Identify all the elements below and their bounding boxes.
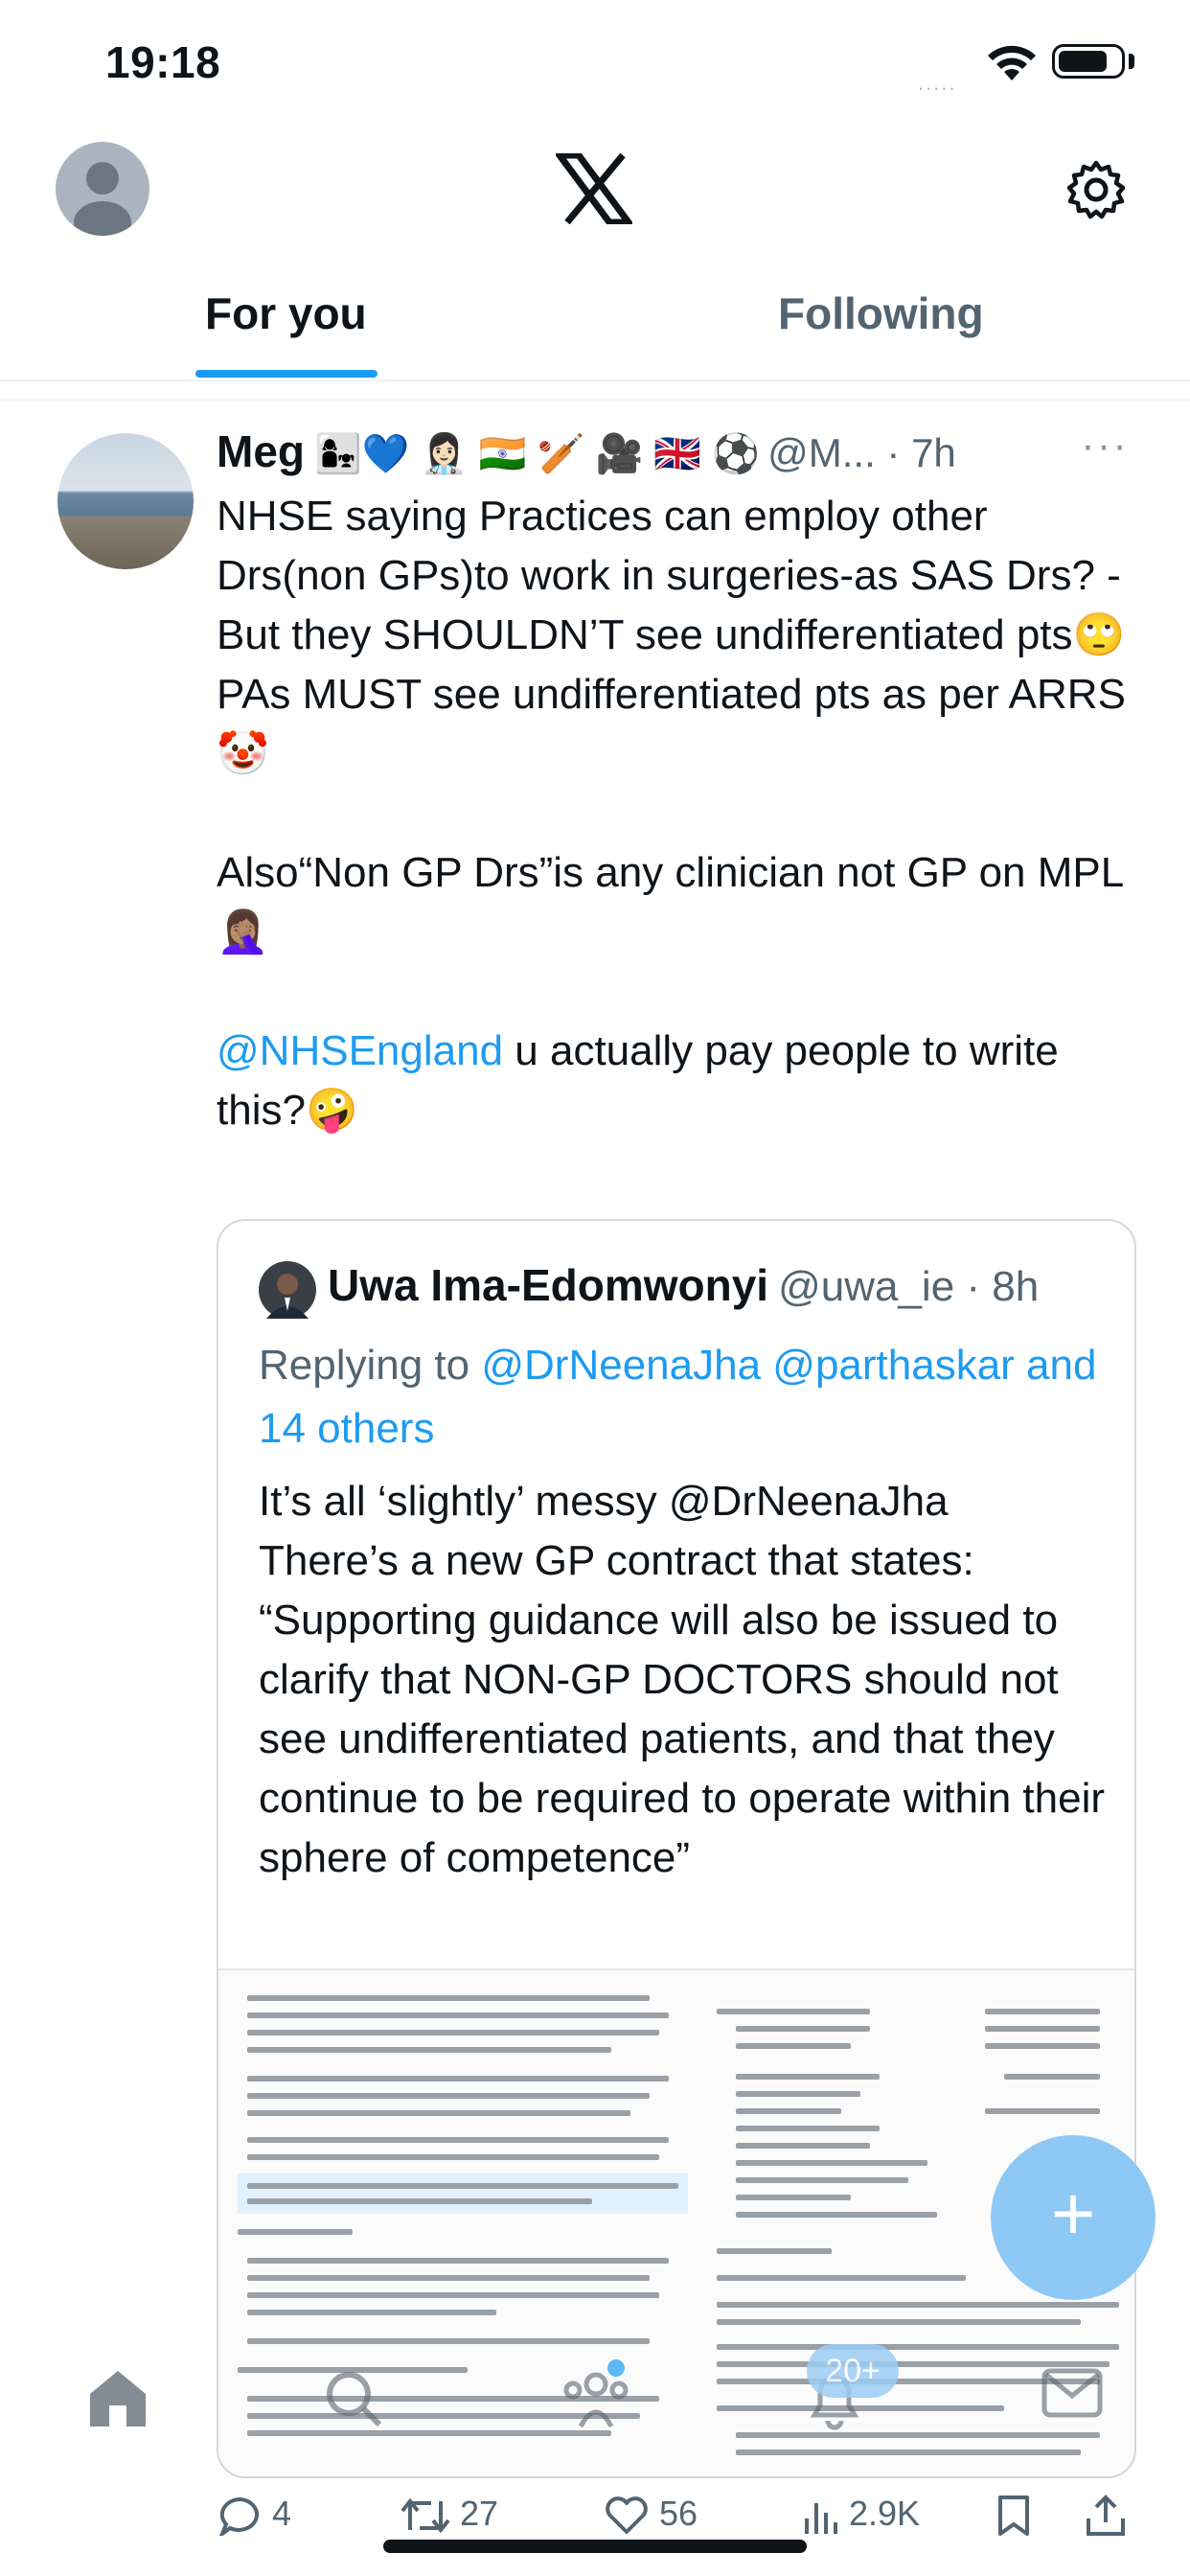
home-indicator[interactable]	[383, 2540, 807, 2553]
quoted-author-name: Uwa Ima-Edomwonyi	[328, 1260, 769, 1310]
repost-button[interactable]: 27	[400, 2494, 498, 2536]
tweet-mention-link[interactable]: @NHSEngland	[217, 1027, 503, 1074]
communities-indicator-dot	[607, 2359, 625, 2377]
profile-avatar-button[interactable]	[56, 142, 149, 236]
like-count: 56	[659, 2494, 698, 2533]
reply-count: 4	[272, 2494, 292, 2533]
tweet-text-part1: NHSE saying Practices can employ other D…	[217, 493, 1126, 955]
active-tab-indicator	[195, 370, 378, 378]
reply-button[interactable]: 4	[217, 2494, 292, 2541]
views-count: 2.9K	[849, 2494, 921, 2533]
gear-icon[interactable]	[1065, 159, 1127, 220]
bookmark-icon[interactable]	[995, 2494, 1033, 2538]
reply-icon	[217, 2497, 259, 2541]
repost-icon	[400, 2498, 450, 2534]
battery-icon	[1052, 44, 1125, 79]
tweet-author-avatar[interactable]	[57, 433, 194, 569]
search-icon[interactable]	[322, 2367, 385, 2430]
like-button[interactable]: 56	[604, 2494, 698, 2536]
tweet-text: NHSE saying Practices can employ other D…	[217, 487, 1146, 1140]
heart-icon	[606, 2496, 648, 2535]
more-options-icon[interactable]: ···	[1081, 422, 1129, 470]
tweet-author-name[interactable]: Meg	[217, 426, 305, 476]
wifi-icon	[988, 45, 1036, 80]
communities-icon[interactable]	[560, 2367, 632, 2430]
battery-tip	[1129, 54, 1134, 69]
status-time: 19:18	[105, 37, 221, 87]
quoted-tweet-text: It’s all ‘slightly’ messy @DrNeenaJha Th…	[259, 1478, 1106, 1881]
replying-to-label: Replying to	[259, 1342, 482, 1389]
status-bar: 19:18 .....	[0, 0, 1190, 125]
views-button[interactable]: 2.9K	[801, 2494, 920, 2536]
share-icon[interactable]	[1085, 2494, 1127, 2538]
views-icon	[805, 2503, 837, 2535]
plus-icon[interactable]: +	[991, 2135, 1156, 2300]
messages-icon[interactable]	[1041, 2367, 1104, 2421]
quoted-handle-time: @uwa_ie · 8h	[778, 1263, 1040, 1310]
signal-icon: .....	[918, 71, 957, 95]
home-icon[interactable]	[86, 2367, 149, 2428]
x-logo[interactable]	[556, 153, 632, 224]
author-emojis: 👩‍👧💙 👩🏻‍⚕️ 🇮🇳 🏏 🎥 🇬🇧 ⚽	[314, 433, 761, 475]
quoted-author-avatar	[259, 1261, 316, 1319]
default-avatar-icon	[74, 162, 131, 236]
tweet-handle-time[interactable]: @M... · 7h	[767, 430, 956, 475]
timeline-tabs	[0, 268, 1190, 381]
divider	[0, 399, 1190, 401]
tweet-header: Meg 👩‍👧💙 👩🏻‍⚕️ 🇮🇳 🏏 🎥 🇬🇧 ⚽ @M... · 7h	[217, 426, 956, 483]
notifications-badge: 20+	[807, 2344, 899, 2398]
quoted-tweet-header: Uwa Ima-Edomwonyi @uwa_ie · 8h	[328, 1259, 1039, 1311]
document-highlight	[238, 2174, 688, 2214]
repost-count: 27	[460, 2494, 499, 2533]
tab-for-you[interactable]: For you	[205, 288, 367, 339]
replying-to: Replying to @DrNeenaJha @parthaskar and …	[259, 1334, 1102, 1460]
tab-following[interactable]: Following	[778, 288, 984, 339]
